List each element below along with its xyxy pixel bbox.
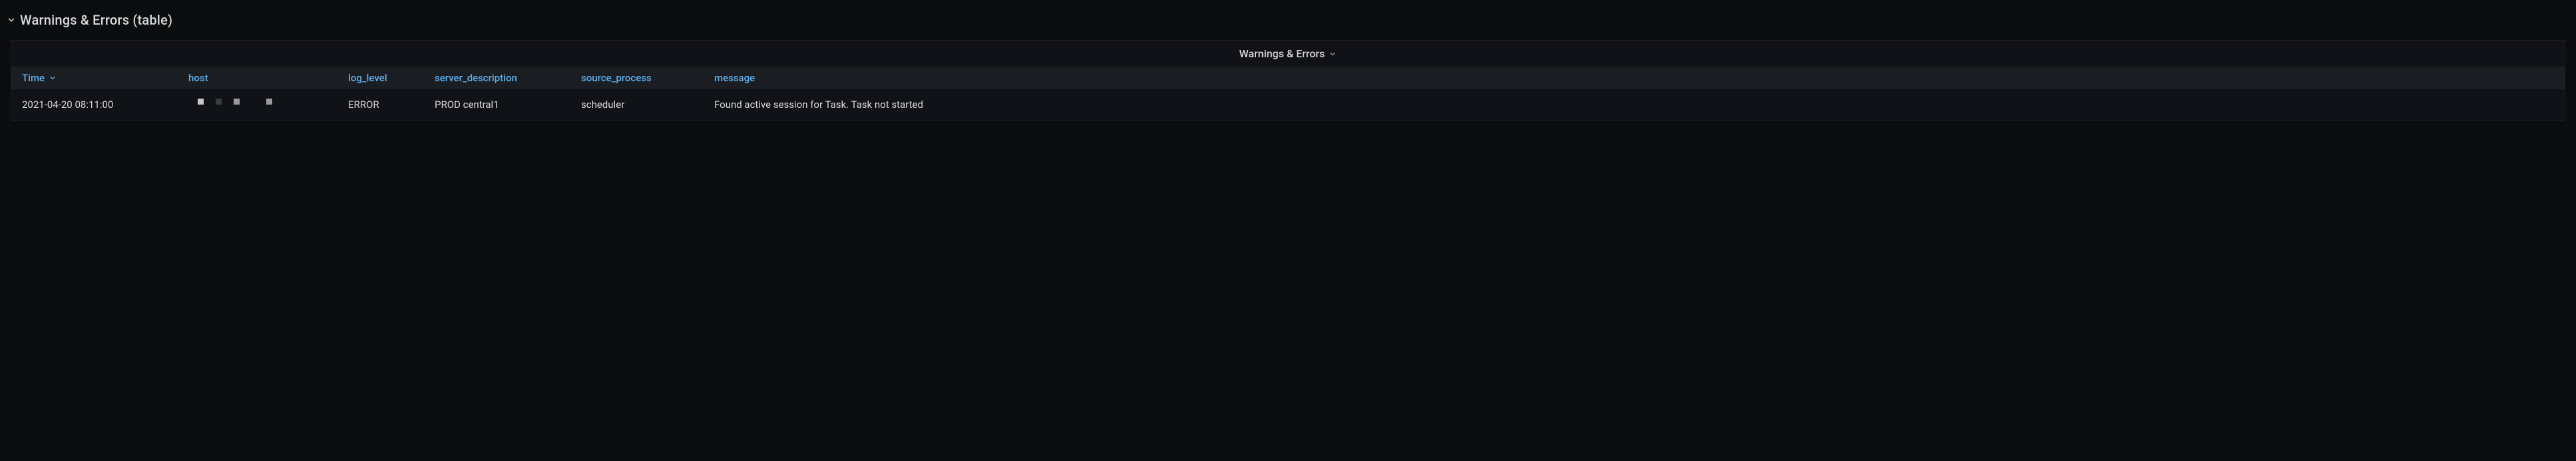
column-header-label: server_description <box>435 72 517 84</box>
column-header-label: host <box>188 72 208 84</box>
square-icon <box>234 99 240 105</box>
log-table: Time host log_level server_description s… <box>11 67 2565 120</box>
host-indicator <box>188 99 340 105</box>
panel-title: Warnings & Errors (table) <box>20 12 172 28</box>
cell-loglevel: ERROR <box>344 99 431 111</box>
cell-sourceproc: scheduler <box>577 99 710 111</box>
column-header-message[interactable]: message <box>710 72 2558 84</box>
square-icon <box>198 99 204 105</box>
column-header-label: message <box>714 72 755 84</box>
panel-inner-title-bar[interactable]: Warnings & Errors <box>11 41 2565 67</box>
column-header-time[interactable]: Time <box>18 72 184 84</box>
column-header-loglevel[interactable]: log_level <box>344 72 431 84</box>
chevron-down-icon <box>7 15 16 25</box>
panel-inner-title: Warnings & Errors <box>1239 47 1325 60</box>
column-header-label: Time <box>22 72 45 84</box>
column-header-serverdesc[interactable]: server_description <box>431 72 577 84</box>
cell-serverdesc: PROD central1 <box>431 99 577 111</box>
chevron-down-icon <box>49 74 57 82</box>
square-icon <box>266 99 272 105</box>
column-header-sourceproc[interactable]: source_process <box>577 72 710 84</box>
chevron-down-icon <box>1329 50 1337 58</box>
square-icon <box>216 99 222 105</box>
table-header-row: Time host log_level server_description s… <box>11 67 2565 89</box>
cell-message: Found active session for Task. Task not … <box>710 99 2558 111</box>
panel-container: Warnings & Errors Time host log_level se… <box>11 40 2565 121</box>
panel-collapse-header[interactable]: Warnings & Errors (table) <box>0 0 2576 40</box>
cell-time: 2021-04-20 08:11:00 <box>18 99 184 111</box>
cell-host <box>184 99 344 111</box>
table-row[interactable]: 2021-04-20 08:11:00 ERROR PROD central1 … <box>11 89 2565 120</box>
column-header-host[interactable]: host <box>184 72 344 84</box>
column-header-label: source_process <box>581 72 652 84</box>
column-header-label: log_level <box>348 72 387 84</box>
